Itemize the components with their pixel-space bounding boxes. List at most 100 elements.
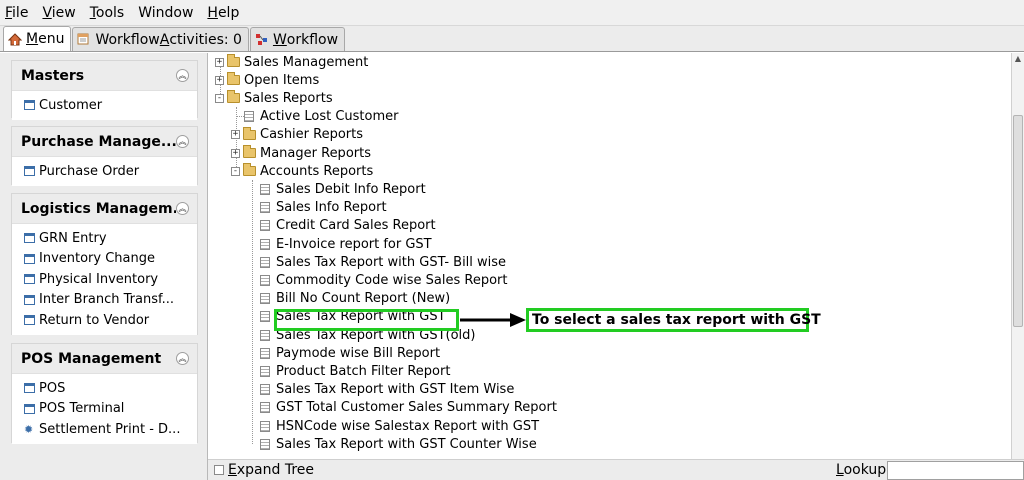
report-document-icon [244, 111, 254, 123]
sidebar-item-inter-branch-transfer[interactable]: Inter Branch Transf... [24, 290, 197, 311]
report-document-icon [260, 183, 270, 195]
tree-node[interactable]: Active Lost Customer [244, 108, 398, 126]
tree-node[interactable]: - Sales Reports [215, 89, 333, 107]
sidebar-section-logistics: Logistics Managem... ︽ GRN Entry Invento… [11, 193, 198, 335]
tree-node[interactable]: + Cashier Reports [231, 126, 363, 144]
tree-node[interactable]: + Open Items [215, 71, 319, 89]
tab-bar: Menu Workflow Activities: 0 Workflow [0, 26, 1024, 52]
sidebar-item-label: POS [39, 380, 66, 396]
form-icon [24, 253, 35, 264]
folder-icon [227, 72, 240, 86]
expand-tree-checkbox[interactable] [214, 465, 224, 475]
tab-workflow-activities[interactable]: Workflow Activities: 0 [72, 27, 249, 51]
expand-plus-icon[interactable]: + [215, 57, 224, 67]
tree-node-label: Bill No Count Report (New) [276, 291, 451, 307]
tree-connector [252, 180, 253, 444]
annotation-arrow-icon [460, 313, 526, 327]
expand-plus-icon[interactable]: + [231, 130, 240, 140]
menu-tools-label: ools [95, 4, 125, 21]
section-items: GRN Entry Inventory Change Physical Inve… [12, 224, 197, 335]
annotation-callout: To select a sales tax report with GST [526, 308, 821, 332]
folder-icon [243, 145, 256, 158]
collapse-chevron-icon[interactable]: ︽ [176, 135, 189, 148]
tree-node[interactable]: Sales Info Report [260, 199, 387, 217]
report-document-icon [260, 220, 270, 232]
tree-node[interactable]: Commodity Code wise Sales Report [260, 271, 508, 289]
section-header-pos[interactable]: POS Management ︽ [12, 344, 197, 374]
sidebar-item-return-to-vendor[interactable]: Return to Vendor [24, 310, 197, 331]
menu-file[interactable]: File [5, 5, 28, 21]
sidebar-item-label: Physical Inventory [39, 271, 159, 287]
sidebar-item-pos[interactable]: POS [24, 378, 197, 399]
highlight-box [274, 309, 459, 331]
sidebar-item-label: Inter Branch Transf... [39, 292, 175, 308]
menu-file-label: ile [12, 4, 29, 21]
sidebar-item-customer[interactable]: Customer [24, 95, 197, 116]
tree-node[interactable]: Bill No Count Report (New) [260, 290, 450, 308]
tree-scrollbar[interactable]: ▲ [1011, 53, 1024, 459]
form-icon [24, 294, 35, 305]
collapse-chevron-icon[interactable]: ︽ [176, 69, 189, 82]
sidebar-item-purchase-order[interactable]: Purchase Order [24, 161, 197, 182]
section-items: Customer [12, 91, 197, 120]
tab-workflow-label: orkflow [286, 31, 339, 48]
tree-node-label: E-Invoice report for GST [276, 236, 432, 252]
tab-workflow-mnemonic: W [272, 31, 287, 48]
tree-node[interactable]: Product Batch Filter Report [260, 362, 450, 380]
section-header-purchase[interactable]: Purchase Manage... ︽ [12, 127, 197, 157]
expand-plus-icon[interactable]: + [231, 148, 240, 158]
tree-node-label: Cashier Reports [260, 127, 364, 143]
collapse-minus-icon[interactable]: - [215, 93, 224, 103]
tree-node-label: Sales Tax Report with GST Counter Wise [276, 436, 537, 452]
annotation-text: To select a sales tax report with GST [532, 312, 821, 328]
tree-node-label: Paymode wise Bill Report [276, 345, 441, 361]
tree-node[interactable]: + Sales Management [215, 53, 368, 71]
menu-view-mnemonic: V [42, 4, 52, 21]
tree-node[interactable]: Sales Tax Report with GST Item Wise [260, 381, 514, 399]
collapse-minus-icon[interactable]: - [231, 166, 240, 176]
tree-node-label: Sales Tax Report with GST Item Wise [276, 382, 515, 398]
menu-bar: File View Tools Window Help [0, 0, 1024, 26]
sidebar-item-physical-inventory[interactable]: Physical Inventory [24, 269, 197, 290]
tree-node[interactable]: GST Total Customer Sales Summary Report [260, 399, 557, 417]
expand-tree-label[interactable]: Expand Tree [228, 462, 314, 478]
tree-node[interactable]: Credit Card Sales Report [260, 217, 436, 235]
home-icon [7, 32, 23, 46]
sidebar-item-grn-entry[interactable]: GRN Entry [24, 228, 197, 249]
menu-tools[interactable]: Tools [90, 5, 125, 21]
sidebar-item-label: Return to Vendor [39, 312, 150, 328]
sidebar-item-pos-terminal[interactable]: POS Terminal [24, 399, 197, 420]
menu-view[interactable]: View [42, 5, 75, 21]
menu-help[interactable]: Help [207, 5, 239, 21]
tree-node-label: Sales Management [244, 54, 369, 70]
section-header-logistics[interactable]: Logistics Managem... ︽ [12, 194, 197, 224]
tree-node[interactable]: Sales Tax Report with GST Counter Wise [260, 435, 537, 453]
tab-workflow[interactable]: Workflow [249, 27, 346, 51]
scroll-thumb[interactable] [1013, 115, 1023, 327]
bottom-bar: Expand Tree Lookup [208, 459, 1024, 480]
tree-node[interactable]: + Manager Reports [231, 144, 371, 162]
tree-node[interactable]: Sales Debit Info Report [260, 180, 426, 198]
report-document-icon [260, 256, 270, 268]
tree-node[interactable]: - Accounts Reports [231, 162, 373, 180]
collapse-chevron-icon[interactable]: ︽ [176, 352, 189, 365]
report-document-icon [260, 384, 270, 396]
tree-node[interactable]: E-Invoice report for GST [260, 235, 432, 253]
report-document-icon [260, 365, 270, 377]
tree-node-label: Sales Debit Info Report [276, 181, 426, 197]
tab-menu[interactable]: Menu [3, 26, 72, 51]
menu-window[interactable]: Window [138, 5, 193, 21]
tree-node[interactable]: Sales Tax Report with GST- Bill wise [260, 253, 506, 271]
sidebar-item-settlement-print[interactable]: ✹ Settlement Print - D... [24, 419, 197, 440]
scroll-up-arrow-icon[interactable]: ▲ [1012, 53, 1024, 65]
form-icon [24, 100, 35, 111]
collapse-chevron-icon[interactable]: ︽ [176, 202, 189, 215]
tree-node[interactable]: Paymode wise Bill Report [260, 344, 440, 362]
tree-node[interactable]: HSNCode wise Salestax Report with GST [260, 417, 539, 435]
folder-icon [227, 54, 240, 67]
lookup-input[interactable] [887, 461, 1024, 480]
form-icon [24, 383, 35, 394]
section-header-masters[interactable]: Masters ︽ [12, 61, 197, 91]
expand-plus-icon[interactable]: + [215, 75, 224, 85]
sidebar-item-inventory-change[interactable]: Inventory Change [24, 249, 197, 270]
